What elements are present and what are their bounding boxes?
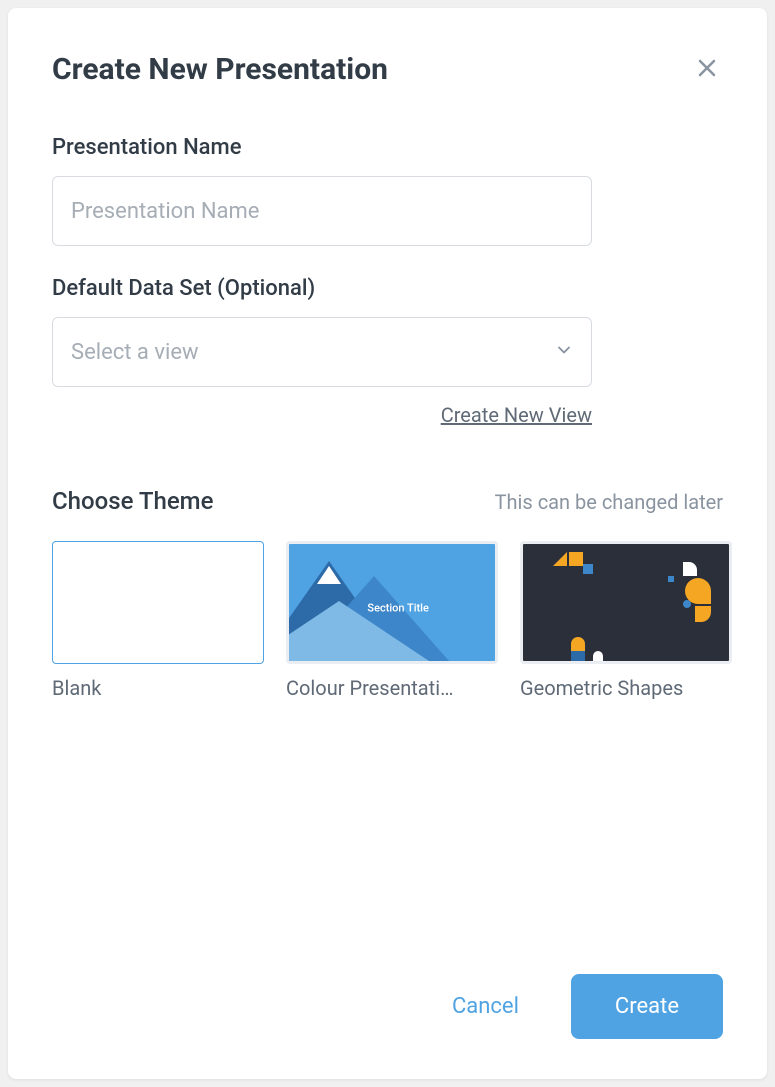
- create-presentation-modal: Create New Presentation Presentation Nam…: [8, 8, 767, 1079]
- presentation-name-label: Presentation Name: [52, 135, 723, 160]
- theme-card-colour[interactable]: Section Title Colour Presentati…: [286, 541, 498, 700]
- create-new-view-link[interactable]: Create New View: [441, 403, 592, 427]
- modal-header: Create New Presentation: [52, 52, 723, 87]
- dataset-group: Default Data Set (Optional) Select a vie…: [52, 276, 723, 387]
- theme-card-geometric[interactable]: Geometric Shapes: [520, 541, 732, 700]
- theme-hint: This can be changed later: [495, 490, 723, 514]
- close-button[interactable]: [691, 52, 723, 84]
- theme-header: Choose Theme This can be changed later: [52, 487, 723, 515]
- theme-preview-text: Section Title: [367, 601, 428, 614]
- theme-label: Colour Presentati…: [286, 676, 498, 700]
- dataset-select-wrap: Select a view: [52, 317, 592, 387]
- cancel-button[interactable]: Cancel: [432, 976, 539, 1037]
- theme-preview-blank: [52, 541, 264, 664]
- theme-label: Geometric Shapes: [520, 676, 732, 700]
- modal-footer: Cancel Create: [52, 974, 723, 1039]
- create-button[interactable]: Create: [571, 974, 723, 1039]
- theme-preview-colour: Section Title: [286, 541, 498, 664]
- close-icon: [695, 68, 719, 83]
- theme-title: Choose Theme: [52, 487, 213, 515]
- theme-label: Blank: [52, 676, 264, 700]
- theme-card-blank[interactable]: Blank: [52, 541, 264, 700]
- create-view-row: Create New View: [52, 403, 592, 427]
- theme-grid: Blank Section Title Colour Presentati…: [52, 541, 723, 700]
- dataset-label: Default Data Set (Optional): [52, 276, 723, 301]
- modal-title: Create New Presentation: [52, 52, 388, 87]
- presentation-name-group: Presentation Name: [52, 135, 723, 246]
- theme-preview-geometric: [520, 541, 732, 664]
- presentation-name-input[interactable]: [52, 176, 592, 246]
- dataset-select[interactable]: Select a view: [52, 317, 592, 387]
